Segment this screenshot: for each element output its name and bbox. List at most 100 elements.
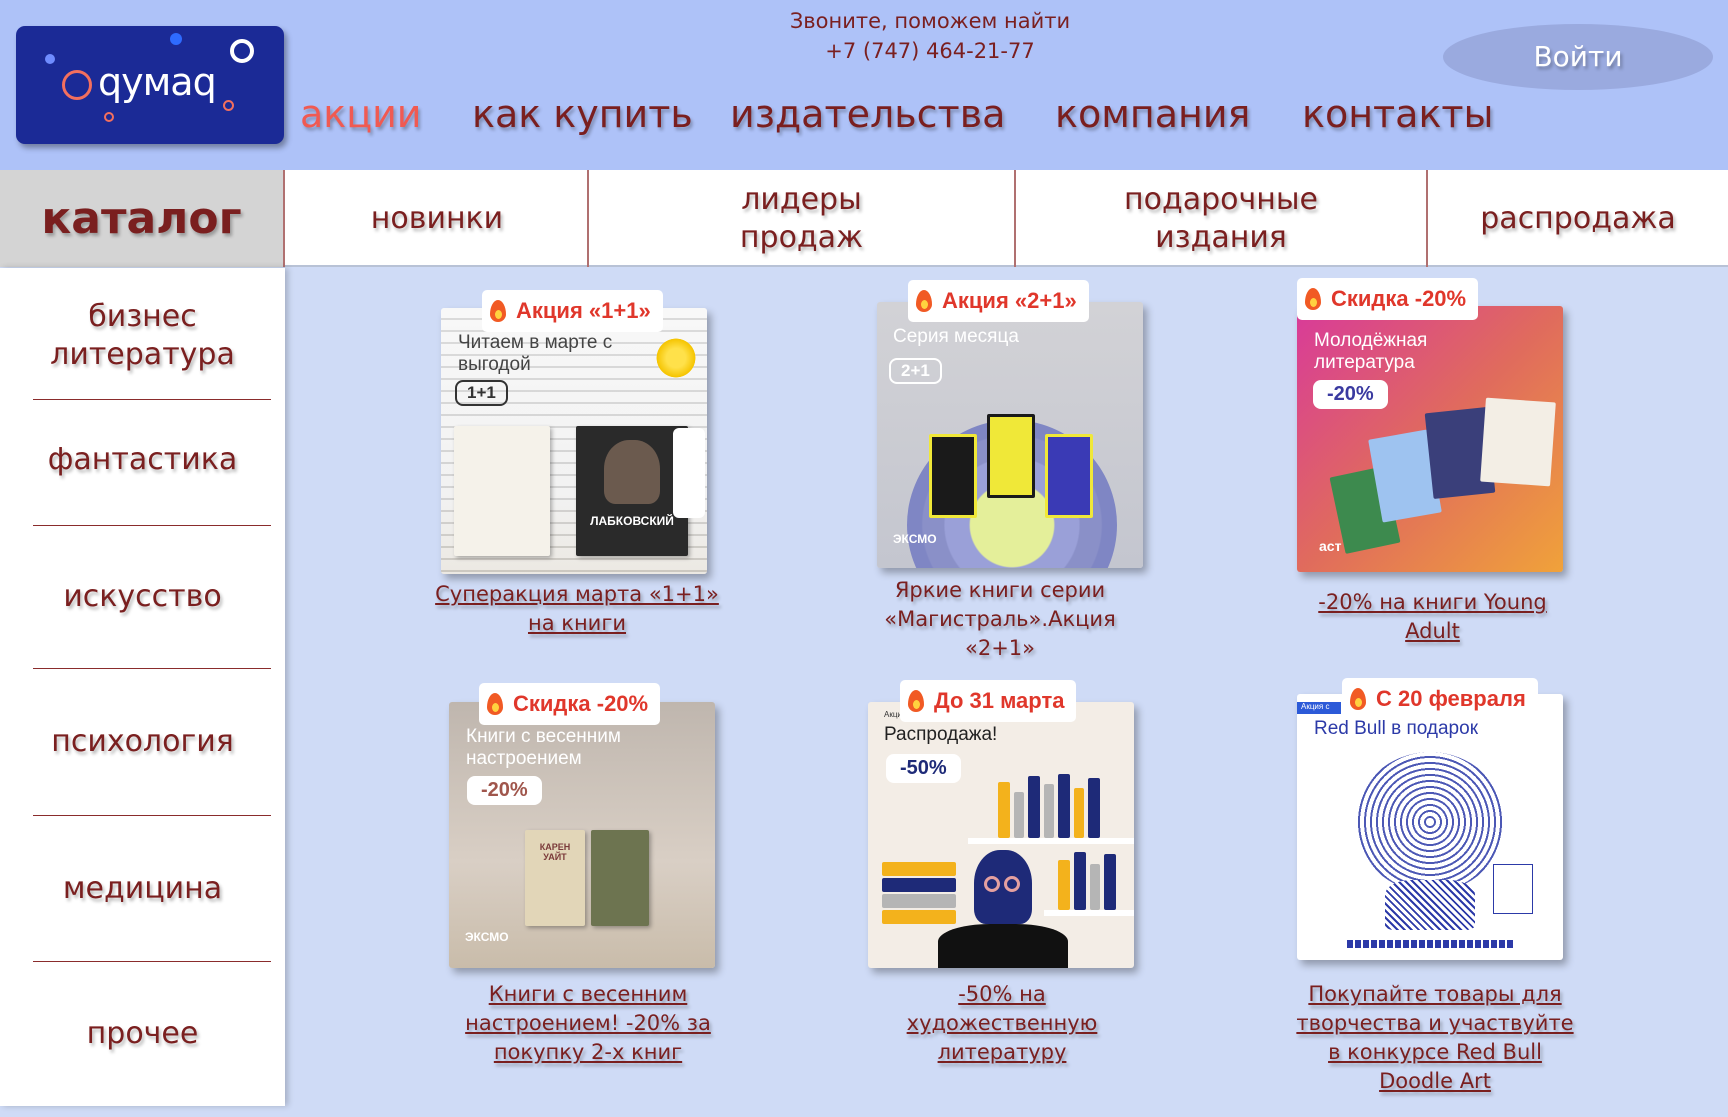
nav-company[interactable]: компания xyxy=(1055,92,1250,136)
logo-dot xyxy=(223,100,234,111)
promo-card-image[interactable]: Акция с Red Bull в подарок xyxy=(1297,694,1563,960)
book-spine xyxy=(998,782,1010,838)
phone-block: Звоните, поможем найти +7 (747) 464-21-7… xyxy=(700,6,1160,66)
book-spine xyxy=(1058,860,1070,910)
catalog-sidebar: бизнес литература фантастика искусство п… xyxy=(0,268,285,1106)
book-spine xyxy=(1014,792,1024,838)
sidebar-item-business[interactable]: бизнес литература xyxy=(0,290,285,382)
book-cover xyxy=(1480,397,1556,487)
promo-badge: Скидка -20% xyxy=(479,683,661,725)
promo-caption-link[interactable]: -50% на художественную литературу xyxy=(860,980,1144,1067)
book-cover xyxy=(454,426,550,556)
sidebar-item-art[interactable]: искусство xyxy=(0,526,285,668)
daffodils-decoration xyxy=(651,338,701,378)
promo-badge-text: Акция «1+1» xyxy=(516,298,651,323)
promo-caption-link[interactable]: Яркие книги серии «Магистраль».Акция «2+… xyxy=(850,576,1150,663)
glasses-icon xyxy=(1004,876,1020,892)
promo-card-image[interactable]: Книги с весенним настроением -20% КАРЕН … xyxy=(449,702,715,968)
book-spine xyxy=(1044,784,1054,838)
nav-contacts[interactable]: контакты xyxy=(1302,92,1494,136)
publisher-logo: аст xyxy=(1319,538,1342,554)
nav-promotions[interactable]: акции xyxy=(300,92,422,136)
book-stack xyxy=(882,910,956,924)
promo-badge: Акция «2+1» xyxy=(908,280,1089,322)
flame-icon xyxy=(908,690,924,712)
book-spine xyxy=(1104,854,1116,910)
fine-print xyxy=(1347,940,1513,948)
nav-publishers[interactable]: издательства xyxy=(730,92,1005,136)
promo-badge-text: До 31 марта xyxy=(934,688,1065,713)
sidebar-item-psychology[interactable]: психология xyxy=(0,669,285,815)
promo-tag: -50% xyxy=(886,754,961,783)
logo-dot xyxy=(230,39,254,63)
bookshelf xyxy=(968,838,1134,844)
book-spine xyxy=(1074,852,1086,910)
bookshelf xyxy=(1044,910,1134,916)
nav-how-to-buy[interactable]: как купить xyxy=(472,92,693,136)
category-bar: каталог новинки лидеры продаж подарочные… xyxy=(0,170,1728,267)
promo-image-title: Red Bull в подарок xyxy=(1314,718,1479,739)
author-photo xyxy=(604,440,660,504)
phone-number[interactable]: +7 (747) 464-21-77 xyxy=(700,36,1160,66)
book-spine xyxy=(1088,778,1100,838)
promo-image-title: Книги с весенним настроением xyxy=(466,726,621,769)
glasses-icon xyxy=(984,876,1000,892)
catalog-button[interactable]: каталог xyxy=(0,170,285,267)
flame-icon xyxy=(916,290,932,312)
site-logo[interactable]: qумаq xyxy=(16,26,284,144)
flame-icon xyxy=(1305,288,1321,310)
promo-tag: 2+1 xyxy=(889,358,942,384)
book-stack xyxy=(882,878,956,892)
promo-tag: -20% xyxy=(467,776,542,805)
reader-head-illustration xyxy=(974,850,1032,924)
book-stack xyxy=(882,862,956,876)
promo-tag: -20% xyxy=(1313,380,1388,409)
phone-label: Звоните, поможем найти xyxy=(789,9,1071,33)
promo-badge-text: Акция «2+1» xyxy=(942,288,1077,313)
promo-caption-link[interactable]: -20% на книги Young Adult xyxy=(1300,588,1565,646)
book-cover: КАРЕН УАЙТ xyxy=(525,830,585,926)
doodle-art-illustration xyxy=(1355,752,1505,892)
site-header: qумаq Звоните, поможем найти +7 (747) 46… xyxy=(0,0,1728,170)
sidebar-item-fantasy[interactable]: фантастика xyxy=(0,400,285,520)
promo-badge: Скидка -20% xyxy=(1297,278,1479,320)
promo-image-title: Серия месяца xyxy=(893,326,1019,347)
book-spine xyxy=(1090,864,1100,910)
qr-card xyxy=(1493,864,1533,914)
promo-caption-link[interactable]: Суперакция марта «1+1» на книги xyxy=(422,580,732,638)
promo-image-title: Молодёжная литература xyxy=(1314,330,1428,373)
tab-gift-editions[interactable]: подарочные издания xyxy=(1016,170,1426,267)
book-spine xyxy=(1074,788,1084,838)
flame-icon xyxy=(490,300,506,322)
promo-badge: С 20 февраля xyxy=(1342,678,1538,720)
logo-dot xyxy=(170,33,182,45)
book-spine xyxy=(1058,774,1070,838)
flame-icon xyxy=(1350,688,1366,710)
promo-caption-link[interactable]: Книги с весенним настроением! -20% за по… xyxy=(440,980,736,1067)
promo-badge: До 31 марта xyxy=(900,680,1077,722)
login-button[interactable]: Войти xyxy=(1443,24,1713,90)
publisher-logo: ЭКСМО xyxy=(893,532,937,546)
book-cover xyxy=(591,830,649,926)
book-cover xyxy=(987,414,1035,498)
promo-badge-text: Скидка -20% xyxy=(1331,286,1467,311)
tab-sale[interactable]: распродажа xyxy=(1428,170,1728,267)
promo-card-image[interactable]: Читаем в марте с выгодой 1+1 ЛАБКОВСКИЙ xyxy=(441,308,707,574)
promo-card-image[interactable]: Молодёжная литература -20% аст xyxy=(1297,306,1563,572)
tab-bestsellers[interactable]: лидеры продаж xyxy=(589,170,1014,267)
promo-card-image[interactable]: Акция Распродажа! -50% xyxy=(868,702,1134,968)
tab-new[interactable]: новинки xyxy=(287,170,587,267)
promo-tag: 1+1 xyxy=(455,380,508,406)
sidebar-item-medicine[interactable]: медицина xyxy=(0,816,285,961)
promo-caption-link[interactable]: Покупайте товары для творчества и участв… xyxy=(1290,980,1580,1096)
promo-badge-text: С 20 февраля xyxy=(1376,686,1526,711)
sidebar-item-other[interactable]: прочее xyxy=(0,962,285,1106)
doodle-art-illustration xyxy=(1385,880,1475,930)
logo-text: qумаq xyxy=(98,60,217,104)
logo-ring xyxy=(62,70,92,100)
book-author: КАРЕН УАЙТ xyxy=(539,842,571,862)
promo-card-image[interactable]: Серия месяца 2+1 ЭКСМО xyxy=(877,302,1143,568)
publisher-logo: ЭКСМО xyxy=(465,930,509,944)
book-cover xyxy=(929,434,977,518)
logo-dot xyxy=(104,112,114,122)
